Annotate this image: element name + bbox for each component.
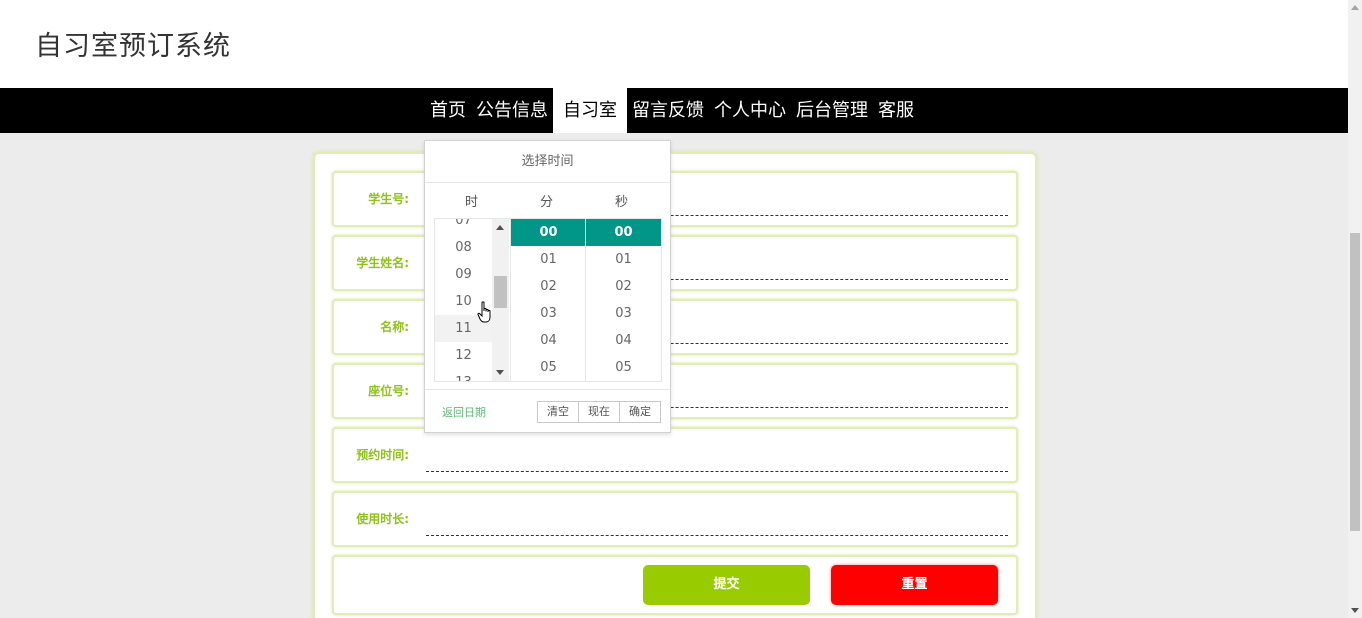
form-row-duration: 使用时长: xyxy=(332,491,1018,547)
minute-option[interactable]: 04 xyxy=(511,327,586,354)
header: 自习室预订系统 xyxy=(0,0,1348,88)
minute-option[interactable]: 01 xyxy=(511,246,586,273)
nav-items: 首页 公告信息 自习室 留言反馈 个人中心 后台管理 客服 xyxy=(425,88,919,133)
scroll-down-arrow-icon[interactable] xyxy=(1351,608,1359,613)
time-picker-columns: 07 08 09 10 11 12 13 00 01 02 03 xyxy=(434,218,662,382)
second-header: 秒 xyxy=(614,195,628,210)
back-to-date-link[interactable]: 返回日期 xyxy=(442,404,486,420)
clear-button[interactable]: 清空 xyxy=(537,401,579,423)
minute-column[interactable]: 00 01 02 03 04 05 xyxy=(510,219,586,381)
submit-button[interactable]: 提交 xyxy=(643,565,810,605)
hour-option[interactable]: 13 xyxy=(435,369,492,381)
nav-item-home[interactable]: 首页 xyxy=(425,88,471,133)
second-option-selected[interactable]: 00 xyxy=(586,219,661,246)
hour-option[interactable]: 09 xyxy=(435,261,492,288)
now-button[interactable]: 现在 xyxy=(578,401,620,423)
second-option[interactable]: 05 xyxy=(586,354,661,381)
hour-column[interactable]: 07 08 09 10 11 12 13 xyxy=(435,219,510,381)
minute-option-selected[interactable]: 00 xyxy=(511,219,586,246)
nav-item-customer-service[interactable]: 客服 xyxy=(873,88,919,133)
hour-option[interactable]: 07 xyxy=(435,219,492,234)
form-row-actions: 提交 重置 xyxy=(332,555,1018,615)
second-option[interactable]: 04 xyxy=(586,327,661,354)
nav-item-admin[interactable]: 后台管理 xyxy=(791,88,873,133)
hour-scrollbar[interactable] xyxy=(492,219,509,381)
booking-form: 学生号: 学生姓名: 名称: 座位号: 预约时间: 使用时长: 提交 重置 xyxy=(313,152,1037,618)
duration-input[interactable] xyxy=(426,503,1008,536)
nav-item-feedback[interactable]: 留言反馈 xyxy=(627,88,709,133)
minute-option[interactable]: 03 xyxy=(511,300,586,327)
scroll-up-arrow-icon[interactable] xyxy=(1351,5,1359,10)
second-option[interactable]: 01 xyxy=(586,246,661,273)
student-id-label: 学生号: xyxy=(368,192,409,206)
duration-label: 使用时长: xyxy=(356,512,409,526)
scroll-thumb[interactable] xyxy=(494,276,507,308)
hour-header: 时 xyxy=(464,195,478,210)
nav-item-personal-center[interactable]: 个人中心 xyxy=(709,88,791,133)
name-label: 名称: xyxy=(380,320,409,334)
time-picker-buttons: 清空 现在 确定 xyxy=(537,401,661,423)
seat-number-label: 座位号: xyxy=(368,384,409,398)
time-picker-title: 选择时间 xyxy=(425,141,670,183)
nav-item-announcements[interactable]: 公告信息 xyxy=(471,88,553,133)
form-row-booking-time: 预约时间: xyxy=(332,427,1018,483)
hour-list: 07 08 09 10 11 12 13 xyxy=(435,219,492,381)
page: 自习室预订系统 首页 公告信息 自习室 留言反馈 个人中心 后台管理 客服 学生… xyxy=(0,0,1362,618)
page-scroll-thumb[interactable] xyxy=(1350,233,1360,531)
booking-time-input[interactable] xyxy=(426,439,1008,472)
minute-header: 分 xyxy=(539,195,553,210)
scroll-down-arrow-icon[interactable] xyxy=(496,370,504,375)
nav-item-study-room[interactable]: 自习室 xyxy=(553,88,627,133)
second-column[interactable]: 00 01 02 03 04 05 xyxy=(585,219,661,381)
time-picker: 选择时间 时 分 秒 07 08 09 10 11 12 13 xyxy=(424,140,671,433)
confirm-button[interactable]: 确定 xyxy=(619,401,661,423)
time-picker-footer: 返回日期 清空 现在 确定 xyxy=(425,389,670,432)
second-option[interactable]: 03 xyxy=(586,300,661,327)
main-nav: 首页 公告信息 自习室 留言反馈 个人中心 后台管理 客服 xyxy=(0,88,1348,133)
scroll-up-arrow-icon[interactable] xyxy=(496,225,504,230)
hour-option[interactable]: 08 xyxy=(435,234,492,261)
booking-time-label: 预约时间: xyxy=(356,448,409,462)
reset-button[interactable]: 重置 xyxy=(831,565,998,605)
page-scrollbar[interactable] xyxy=(1348,0,1362,618)
second-option[interactable]: 02 xyxy=(586,273,661,300)
hand-cursor-icon xyxy=(477,301,491,323)
hour-option[interactable]: 12 xyxy=(435,342,492,369)
site-title: 自习室预订系统 xyxy=(35,31,231,62)
minute-option[interactable]: 02 xyxy=(511,273,586,300)
minute-option[interactable]: 05 xyxy=(511,354,586,381)
student-name-label: 学生姓名: xyxy=(356,256,409,270)
time-picker-headers: 时 分 秒 xyxy=(434,191,660,211)
